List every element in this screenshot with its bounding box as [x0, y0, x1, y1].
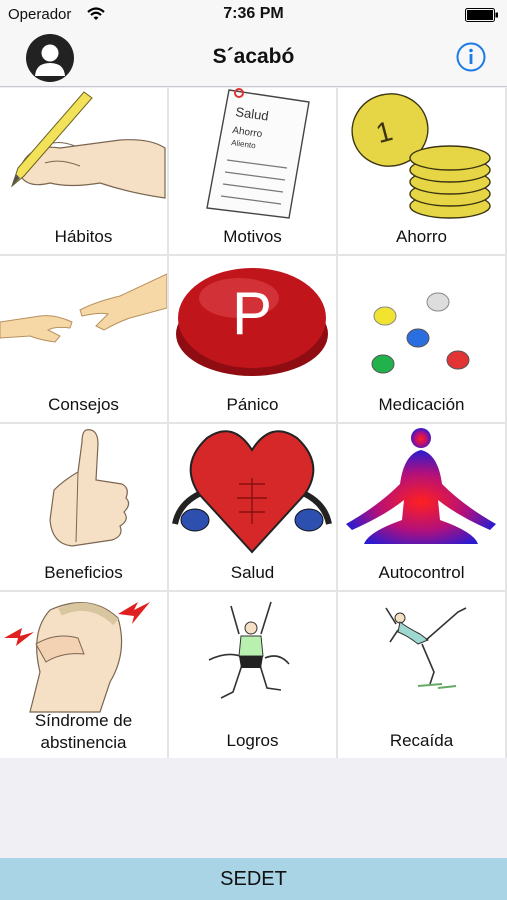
grid-item-label: Salud	[230, 563, 275, 582]
grid-item-label: Consejos	[48, 395, 119, 414]
celebrating-runner-icon	[208, 601, 290, 699]
headache-icon	[4, 602, 150, 713]
grid-item-label: Logros	[226, 731, 279, 750]
panic-button-icon: P	[176, 268, 328, 376]
label-line-2: abstinencia	[40, 733, 127, 752]
grid-item-beneficios[interactable]: Beneficios	[0, 424, 167, 590]
grid-item-label: Pánico	[226, 395, 279, 414]
footer-label: SEDET	[220, 868, 287, 890]
grid-item-motivos[interactable]: Salud Ahorro Aliento Motivos	[169, 88, 336, 254]
svg-text:P: P	[232, 280, 272, 347]
boxing-heart-icon	[172, 430, 332, 554]
grid-item-habitos[interactable]: Hábitos	[0, 88, 167, 254]
status-bar: Operador 7:36 PM	[0, 0, 507, 30]
grid-item-consejos[interactable]: Consejos	[0, 256, 167, 422]
clock-label: 7:36 PM	[223, 5, 284, 22]
footer-bar[interactable]: SEDET	[0, 858, 507, 900]
grid-item-salud[interactable]: Salud	[169, 424, 336, 590]
grid-item-sindrome-de-abstinencia[interactable]: Síndrome de abstinencia	[0, 592, 167, 758]
checklist-paper-icon: Salud Ahorro Aliento	[206, 88, 310, 219]
battery-icon	[465, 8, 498, 22]
grid-item-panico[interactable]: P Pánico	[169, 256, 336, 422]
hand-writing-icon	[10, 91, 166, 199]
grid-item-label: Motivos	[223, 227, 282, 246]
grid-item-medicacion[interactable]: Medicación	[338, 256, 505, 422]
reaching-hands-icon	[0, 273, 167, 343]
coins-icon: 1	[351, 93, 491, 219]
label-line-1: Síndrome de	[34, 711, 133, 730]
grid-item-label: Medicación	[378, 395, 465, 414]
grid-item-logros[interactable]: Logros	[169, 592, 336, 758]
grid-item-label: Recaída	[389, 731, 454, 750]
menu-grid: Hábitos Salud Ahorro Aliento Motivos 1 A…	[0, 88, 507, 758]
meditation-icon	[346, 428, 496, 544]
pills-icon	[371, 292, 470, 374]
info-button[interactable]	[456, 42, 486, 72]
grid-item-label: Síndrome de abstinencia	[0, 710, 167, 754]
grid-item-label: Hábitos	[54, 227, 113, 246]
page-title: S´acabó	[212, 45, 295, 68]
grid-item-label: Ahorro	[395, 227, 448, 246]
grid-item-autocontrol[interactable]: Autocontrol	[338, 424, 505, 590]
falling-person-icon	[385, 607, 467, 689]
grid-item-ahorro[interactable]: 1 Ahorro	[338, 88, 505, 254]
navigation-bar: S´acabó	[0, 30, 507, 87]
grid-item-label: Beneficios	[44, 563, 123, 582]
grid-item-recaida[interactable]: Recaída	[338, 592, 505, 758]
grid-item-label: Autocontrol	[378, 563, 465, 582]
thumbs-up-icon	[49, 429, 130, 547]
